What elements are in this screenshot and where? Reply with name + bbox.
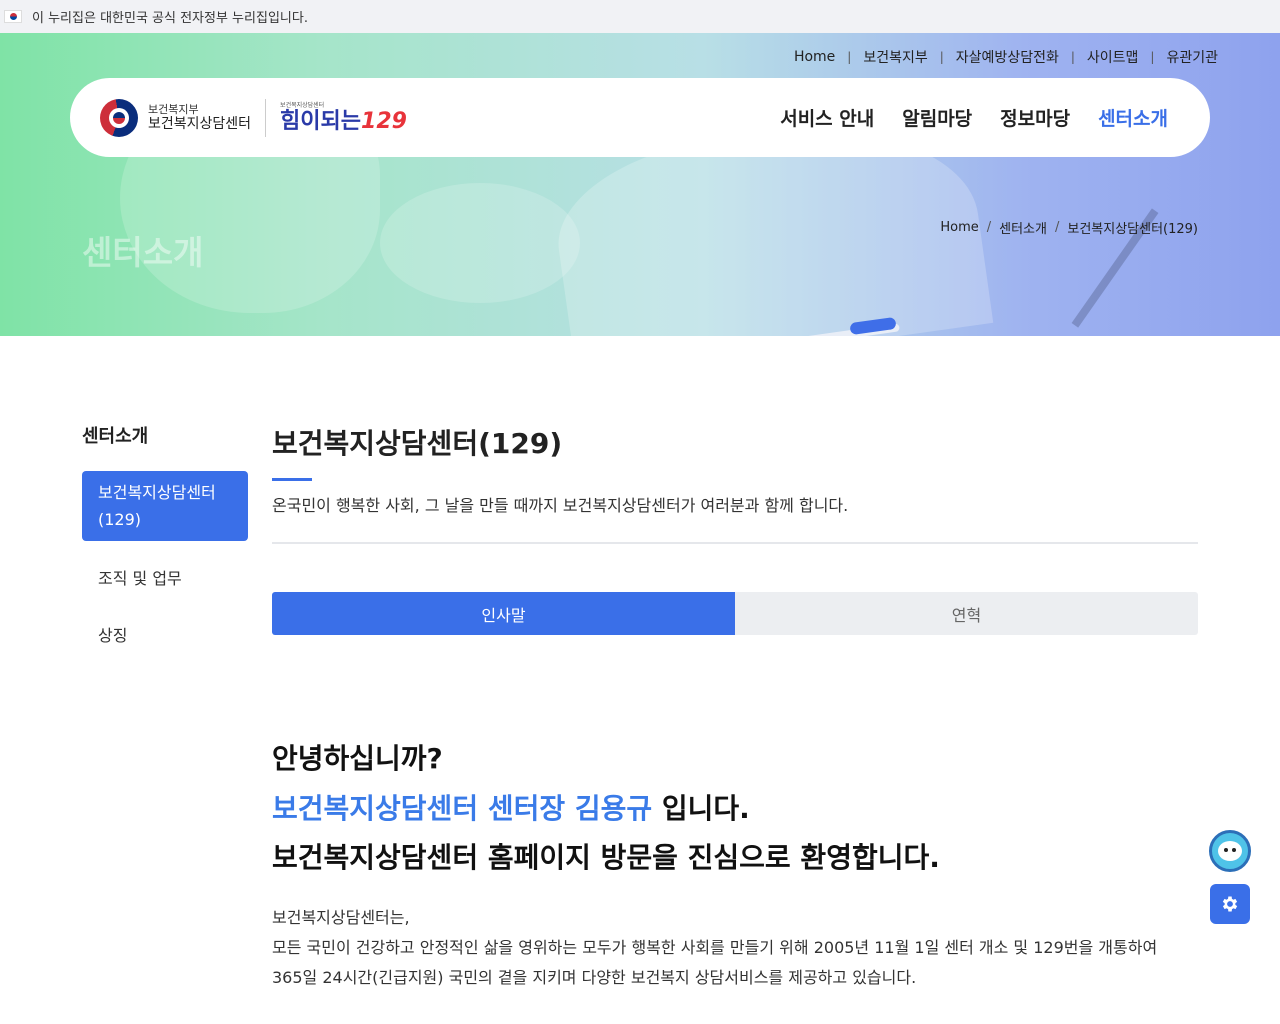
site-logo[interactable]: 보건복지부 보건복지상담센터 보건복지상담센터 힘이되는129 [100, 98, 407, 137]
gov-notice-bar: 이 누리집은 대한민국 공식 전자정부 누리집입니다. [0, 0, 1280, 33]
side-item-organization[interactable]: 조직 및 업무 [98, 565, 182, 589]
breadcrumb: Home / 센터소개 / 보건복지상담센터(129) [940, 218, 1198, 237]
divider [272, 542, 1198, 544]
hero-title: 센터소개 [82, 233, 204, 272]
nav-notices[interactable]: 알림마당 [902, 104, 972, 131]
page-description: 온국민이 행복한 사회, 그 날을 만들 때까지 보건복지상담센터가 여러분과 … [272, 496, 849, 515]
chatbot-mascot-icon[interactable] [1209, 830, 1251, 872]
content-tabs: 인사말 연혁 [272, 592, 1198, 635]
gear-icon [1222, 896, 1238, 912]
util-link-related-orgs[interactable]: 유관기관 [1166, 47, 1218, 67]
side-item-symbol[interactable]: 상징 [98, 622, 127, 646]
director-name: 보건복지상담센터 센터장 김용규 [272, 792, 653, 825]
greeting-line-2: 보건복지상담센터 센터장 김용규 입니다. [272, 792, 750, 825]
nav-about[interactable]: 센터소개 [1098, 104, 1168, 131]
util-link-home[interactable]: Home [794, 49, 835, 65]
intro-line: 보건복지상담센터는, [272, 908, 410, 927]
nav-info[interactable]: 정보마당 [1000, 104, 1070, 131]
intro-line: 365일 24시간(긴급지원) 국민의 곁을 지키며 다양한 보건복지 상담서비… [272, 968, 917, 987]
greeting-line-1: 안녕하십니까? [272, 742, 443, 775]
page-title: 보건복지상담센터(129) [272, 427, 563, 460]
site-header: 보건복지부 보건복지상담센터 보건복지상담센터 힘이되는129 서비스 안내 알… [70, 78, 1210, 157]
util-link-ministry[interactable]: 보건복지부 [863, 47, 927, 67]
tab-history[interactable]: 연혁 [735, 592, 1198, 635]
util-link-sitemap[interactable]: 사이트맵 [1087, 47, 1139, 67]
util-link-suicide-hotline[interactable]: 자살예방상담전화 [956, 47, 1059, 67]
breadcrumb-about[interactable]: 센터소개 [999, 218, 1047, 237]
breadcrumb-current: 보건복지상담센터(129) [1067, 222, 1198, 237]
tab-greeting[interactable]: 인사말 [272, 592, 735, 635]
intro-line: 모든 국민이 건강하고 안정적인 삶을 영위하는 모두가 행복한 사회를 만들기… [272, 938, 1158, 957]
korea-flag-icon [4, 10, 22, 23]
side-item-center-129[interactable]: 보건복지상담센터(129) [82, 471, 248, 541]
intro-body: 보건복지상담센터는, 모든 국민이 건강하고 안정적인 삶을 영위하는 모두가 … [272, 903, 1157, 993]
side-menu-title: 센터소개 [82, 426, 149, 447]
logo-ministry: 보건복지부 [148, 102, 199, 116]
logo-129: 보건복지상담센터 힘이되는129 [280, 101, 407, 134]
nav-services[interactable]: 서비스 안내 [780, 104, 874, 131]
logo-center: 보건복지상담센터 [148, 115, 252, 132]
gov-notice-text: 이 누리집은 대한민국 공식 전자정부 누리집입니다. [32, 11, 308, 26]
settings-button[interactable] [1210, 884, 1250, 924]
main-nav: 서비스 안내 알림마당 정보마당 센터소개 [780, 104, 1168, 131]
government-emblem-icon [100, 98, 138, 137]
utility-nav: Home | 보건복지부 | 자살예방상담전화 | 사이트맵 | 유관기관 [793, 47, 1218, 67]
greeting-line-3: 보건복지상담센터 홈페이지 방문을 진심으로 환영합니다. [272, 841, 940, 874]
breadcrumb-home[interactable]: Home [940, 220, 978, 235]
title-accent-bar [272, 478, 312, 481]
